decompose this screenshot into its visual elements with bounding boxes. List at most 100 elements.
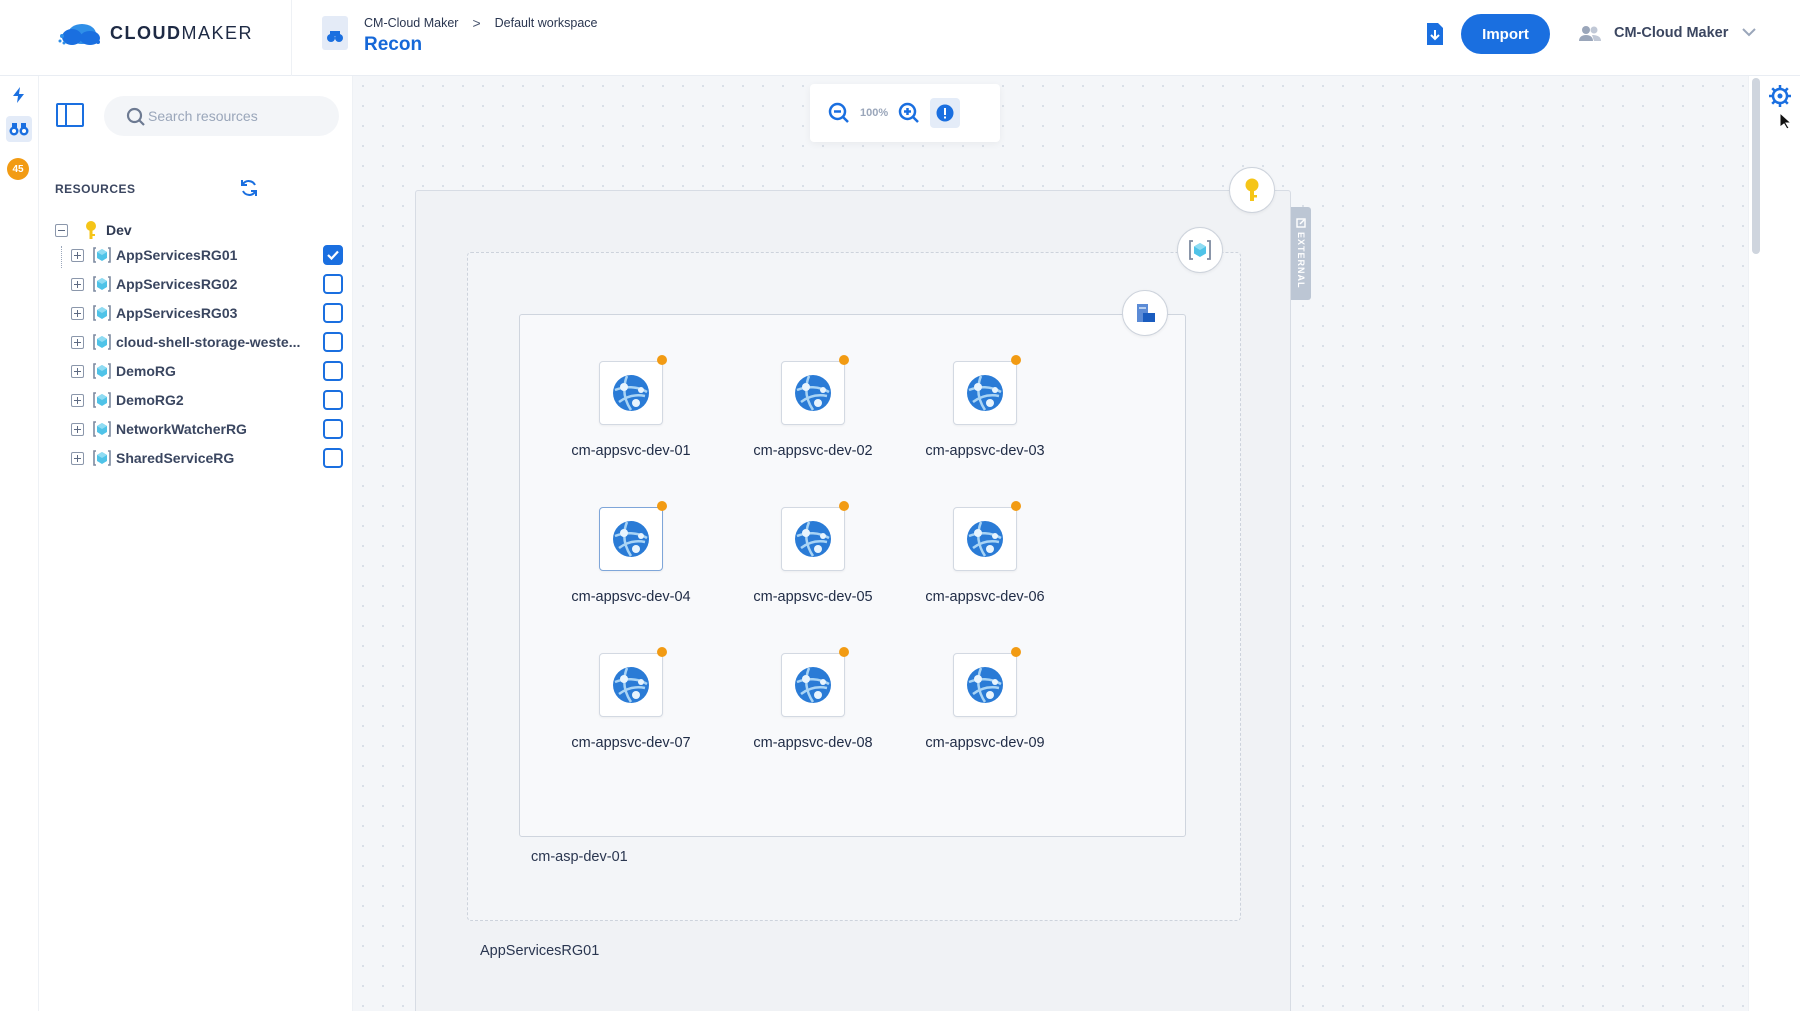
app-service-tile[interactable]: [599, 507, 663, 571]
refresh-icon[interactable]: [239, 178, 259, 198]
app-service-tile[interactable]: [953, 653, 1017, 717]
resource-checkbox[interactable]: [323, 303, 343, 323]
rail-item-actions[interactable]: [6, 82, 32, 108]
expand-icon[interactable]: [71, 422, 84, 436]
zoom-in-icon[interactable]: [898, 102, 920, 124]
app-service-tile[interactable]: [953, 361, 1017, 425]
tree-item-rg[interactable]: DemoRG: [71, 358, 345, 384]
canvas-scrollbar[interactable]: [1748, 76, 1762, 1011]
download-icon[interactable]: [1425, 22, 1445, 46]
app-service-label: cm-appsvc-dev-07: [571, 735, 691, 751]
app-service-tile[interactable]: [781, 653, 845, 717]
resource-checkbox[interactable]: [323, 274, 343, 294]
top-header: CLOUDMAKER CM-Cloud Maker > Default work…: [0, 0, 1800, 76]
zoom-out-icon[interactable]: [828, 102, 850, 124]
resource-group-label: AppServicesRG01: [480, 943, 600, 959]
app-service-label: cm-appsvc-dev-03: [925, 443, 1045, 459]
app-service-icon: [795, 375, 831, 411]
mouse-cursor-icon: [1779, 112, 1791, 130]
tree-item-label: AppServicesRG03: [116, 305, 238, 321]
expand-icon[interactable]: [71, 335, 84, 349]
resources-panel: RESOURCES Dev AppServicesRG01 AppService…: [39, 76, 353, 1011]
tree-item-label: AppServicesRG02: [116, 276, 238, 292]
collapse-icon[interactable]: [55, 223, 68, 237]
resource-group-icon: [93, 247, 111, 263]
expand-icon[interactable]: [71, 248, 84, 262]
app-service-node[interactable]: cm-appsvc-dev-08: [726, 647, 896, 773]
expand-icon[interactable]: [71, 306, 84, 320]
app-service-node[interactable]: cm-appsvc-dev-01: [544, 355, 714, 481]
app-service-tile[interactable]: [599, 653, 663, 717]
tree-connector: [61, 246, 62, 268]
resource-checkbox[interactable]: [323, 361, 343, 381]
panel-toggle-icon[interactable]: [55, 102, 85, 128]
resource-checkbox[interactable]: [323, 390, 343, 410]
app-service-tile[interactable]: [953, 507, 1017, 571]
expand-icon[interactable]: [71, 277, 84, 291]
expand-icon[interactable]: [71, 364, 84, 378]
diagram-canvas[interactable]: 100% EXTERNAL cm-appsvc-dev-01 cm-appsvc…: [353, 76, 1748, 1011]
tree-item-rg[interactable]: cloud-shell-storage-weste...: [71, 329, 345, 355]
app-service-plan-badge[interactable]: [1122, 290, 1168, 336]
chevron-down-icon[interactable]: [1741, 26, 1757, 38]
tree-item-rg[interactable]: AppServicesRG01: [71, 242, 345, 268]
status-dot: [839, 355, 849, 365]
notification-badge[interactable]: 45: [7, 158, 29, 180]
breadcrumb-workspace[interactable]: Default workspace: [495, 16, 598, 30]
tree-item-label: NetworkWatcherRG: [116, 421, 247, 437]
app-service-node[interactable]: cm-appsvc-dev-09: [898, 647, 1068, 773]
app-service-label: cm-appsvc-dev-02: [753, 443, 873, 459]
status-dot: [657, 647, 667, 657]
status-dot: [1011, 647, 1021, 657]
app-service-node[interactable]: cm-appsvc-dev-04: [544, 501, 714, 627]
status-dot: [1011, 501, 1021, 511]
app-service-node[interactable]: cm-appsvc-dev-07: [544, 647, 714, 773]
app-service-plan-icon: [1137, 304, 1155, 322]
app-service-icon: [795, 521, 831, 557]
app-service-tile[interactable]: [781, 507, 845, 571]
app-service-label: cm-appsvc-dev-08: [753, 735, 873, 751]
tree-item-label: SharedServiceRG: [116, 450, 235, 466]
tree-item-rg[interactable]: AppServicesRG02: [71, 271, 345, 297]
external-tab[interactable]: EXTERNAL: [1291, 207, 1311, 300]
logo-text: CLOUDMAKER: [110, 23, 254, 43]
subscription-badge[interactable]: [1229, 167, 1275, 213]
status-dot: [657, 501, 667, 511]
app-service-icon: [613, 667, 649, 703]
rail-item-recon[interactable]: [6, 116, 32, 142]
app-service-tile[interactable]: [599, 361, 663, 425]
app-service-label: cm-appsvc-dev-06: [925, 589, 1045, 605]
tree-root-dev[interactable]: Dev: [55, 220, 132, 240]
tree-item-rg[interactable]: NetworkWatcherRG: [71, 416, 345, 442]
app-service-node[interactable]: cm-appsvc-dev-03: [898, 355, 1068, 481]
info-button[interactable]: [930, 98, 961, 128]
gear-icon[interactable]: [1768, 84, 1792, 108]
app-service-icon: [613, 375, 649, 411]
resource-group-icon: [93, 421, 111, 437]
app-service-tile[interactable]: [781, 361, 845, 425]
app-service-label: cm-appsvc-dev-01: [571, 443, 691, 459]
resource-checkbox[interactable]: [323, 245, 343, 265]
breadcrumb-parent[interactable]: CM-Cloud Maker: [364, 16, 458, 30]
logo-area: CLOUDMAKER: [0, 0, 292, 76]
resource-checkbox[interactable]: [323, 419, 343, 439]
app-service-node[interactable]: cm-appsvc-dev-02: [726, 355, 896, 481]
tree-item-rg[interactable]: DemoRG2: [71, 387, 345, 413]
resource-checkbox[interactable]: [323, 332, 343, 352]
zoom-toolbar: 100%: [810, 84, 1000, 142]
tree-item-rg[interactable]: AppServicesRG03: [71, 300, 345, 326]
resource-group-badge[interactable]: [1177, 227, 1223, 273]
app-service-node[interactable]: cm-appsvc-dev-05: [726, 501, 896, 627]
resource-checkbox[interactable]: [323, 448, 343, 468]
scrollbar-thumb[interactable]: [1752, 78, 1760, 254]
resource-group-icon: [93, 276, 111, 292]
app-service-label: cm-appsvc-dev-04: [571, 589, 691, 605]
tree-root-label: Dev: [106, 222, 132, 238]
expand-icon[interactable]: [71, 451, 84, 465]
expand-icon[interactable]: [71, 393, 84, 407]
app-service-node[interactable]: cm-appsvc-dev-06: [898, 501, 1068, 627]
resources-heading: RESOURCES: [55, 182, 136, 196]
import-button[interactable]: Import: [1461, 14, 1550, 54]
tree-item-rg[interactable]: SharedServiceRG: [71, 445, 345, 471]
user-menu-name[interactable]: CM-Cloud Maker: [1614, 25, 1728, 41]
